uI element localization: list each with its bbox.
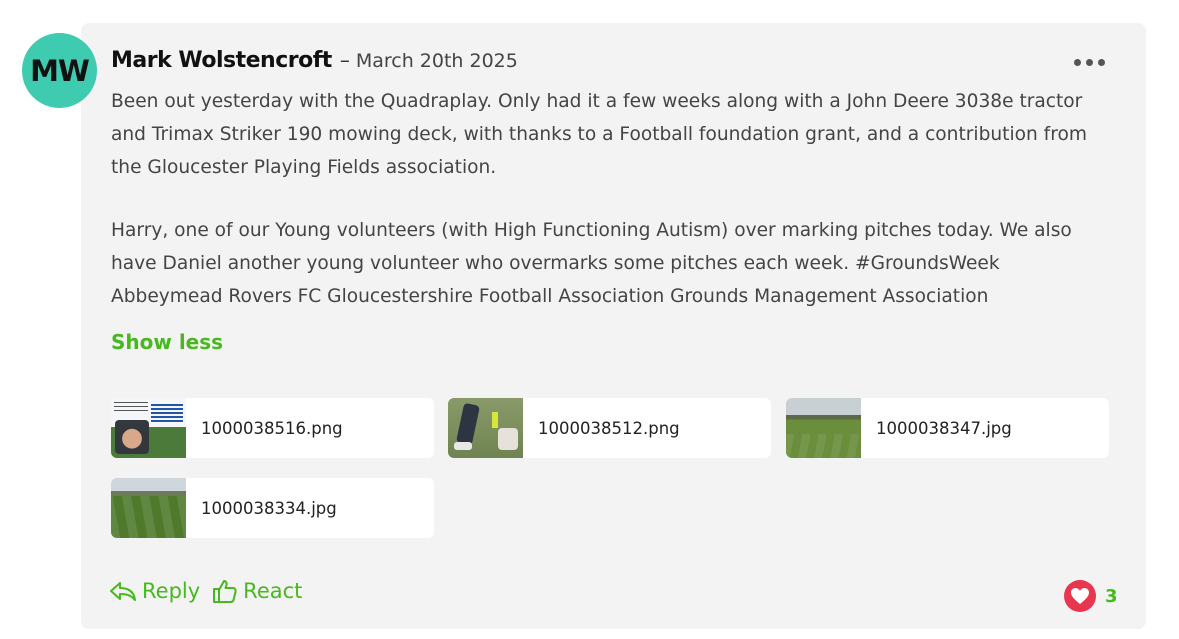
more-options-icon[interactable] bbox=[1066, 50, 1112, 74]
dot bbox=[1085, 58, 1093, 66]
react-label: React bbox=[243, 579, 303, 603]
thumbs-up-icon bbox=[212, 578, 238, 604]
header-separator: – bbox=[339, 48, 350, 72]
post-actions: Reply React bbox=[109, 578, 302, 604]
thumb-shoe bbox=[454, 442, 472, 450]
reply-button[interactable]: Reply bbox=[109, 579, 200, 603]
like-count[interactable]: 3 bbox=[1105, 586, 1118, 607]
dot bbox=[1073, 58, 1081, 66]
attachment-filename: 1000038512.png bbox=[538, 418, 680, 438]
reply-label: Reply bbox=[142, 579, 201, 603]
thumb-text-lines bbox=[151, 404, 183, 422]
attachment-thumbnail bbox=[448, 398, 523, 458]
attachment-filename: 1000038516.png bbox=[201, 418, 343, 438]
attachment-3[interactable]: 1000038347.jpg bbox=[786, 398, 1109, 458]
avatar[interactable]: MW bbox=[22, 33, 97, 108]
thumb-handle bbox=[492, 412, 498, 428]
attachment-filename: 1000038334.jpg bbox=[201, 498, 337, 518]
post-date: March 20th 2025 bbox=[355, 50, 518, 72]
attachment-filename: 1000038347.jpg bbox=[876, 418, 1012, 438]
dot bbox=[1097, 58, 1105, 66]
thumb-text-lines bbox=[114, 402, 148, 414]
thumb-portrait bbox=[115, 420, 149, 454]
post-body-paragraph-2: Harry, one of our Young volunteers (with… bbox=[111, 220, 1072, 307]
react-button[interactable]: React bbox=[212, 578, 302, 604]
post-body-paragraph-1: Been out yesterday with the Quadraplay. … bbox=[111, 91, 1087, 178]
attachment-2[interactable]: 1000038512.png bbox=[448, 398, 771, 458]
attachment-thumbnail bbox=[786, 398, 861, 458]
thumb-leg bbox=[456, 402, 480, 446]
reaction-summary: 3 bbox=[1064, 580, 1118, 612]
thumb-line-marker bbox=[498, 428, 518, 450]
author-name[interactable]: Mark Wolstencroft bbox=[111, 48, 332, 73]
thumb-grass-stripes bbox=[786, 434, 861, 458]
reply-icon bbox=[109, 579, 137, 603]
attachment-4[interactable]: 1000038334.jpg bbox=[111, 478, 434, 538]
thumb-grass-stripes bbox=[111, 496, 186, 538]
post-header: Mark Wolstencroft – March 20th 2025 bbox=[111, 48, 518, 73]
attachment-thumbnail bbox=[111, 478, 186, 538]
attachment-1[interactable]: 1000038516.png bbox=[111, 398, 434, 458]
heart-icon[interactable] bbox=[1064, 580, 1096, 612]
show-less-link[interactable]: Show less bbox=[111, 330, 223, 354]
attachment-thumbnail bbox=[111, 398, 186, 458]
